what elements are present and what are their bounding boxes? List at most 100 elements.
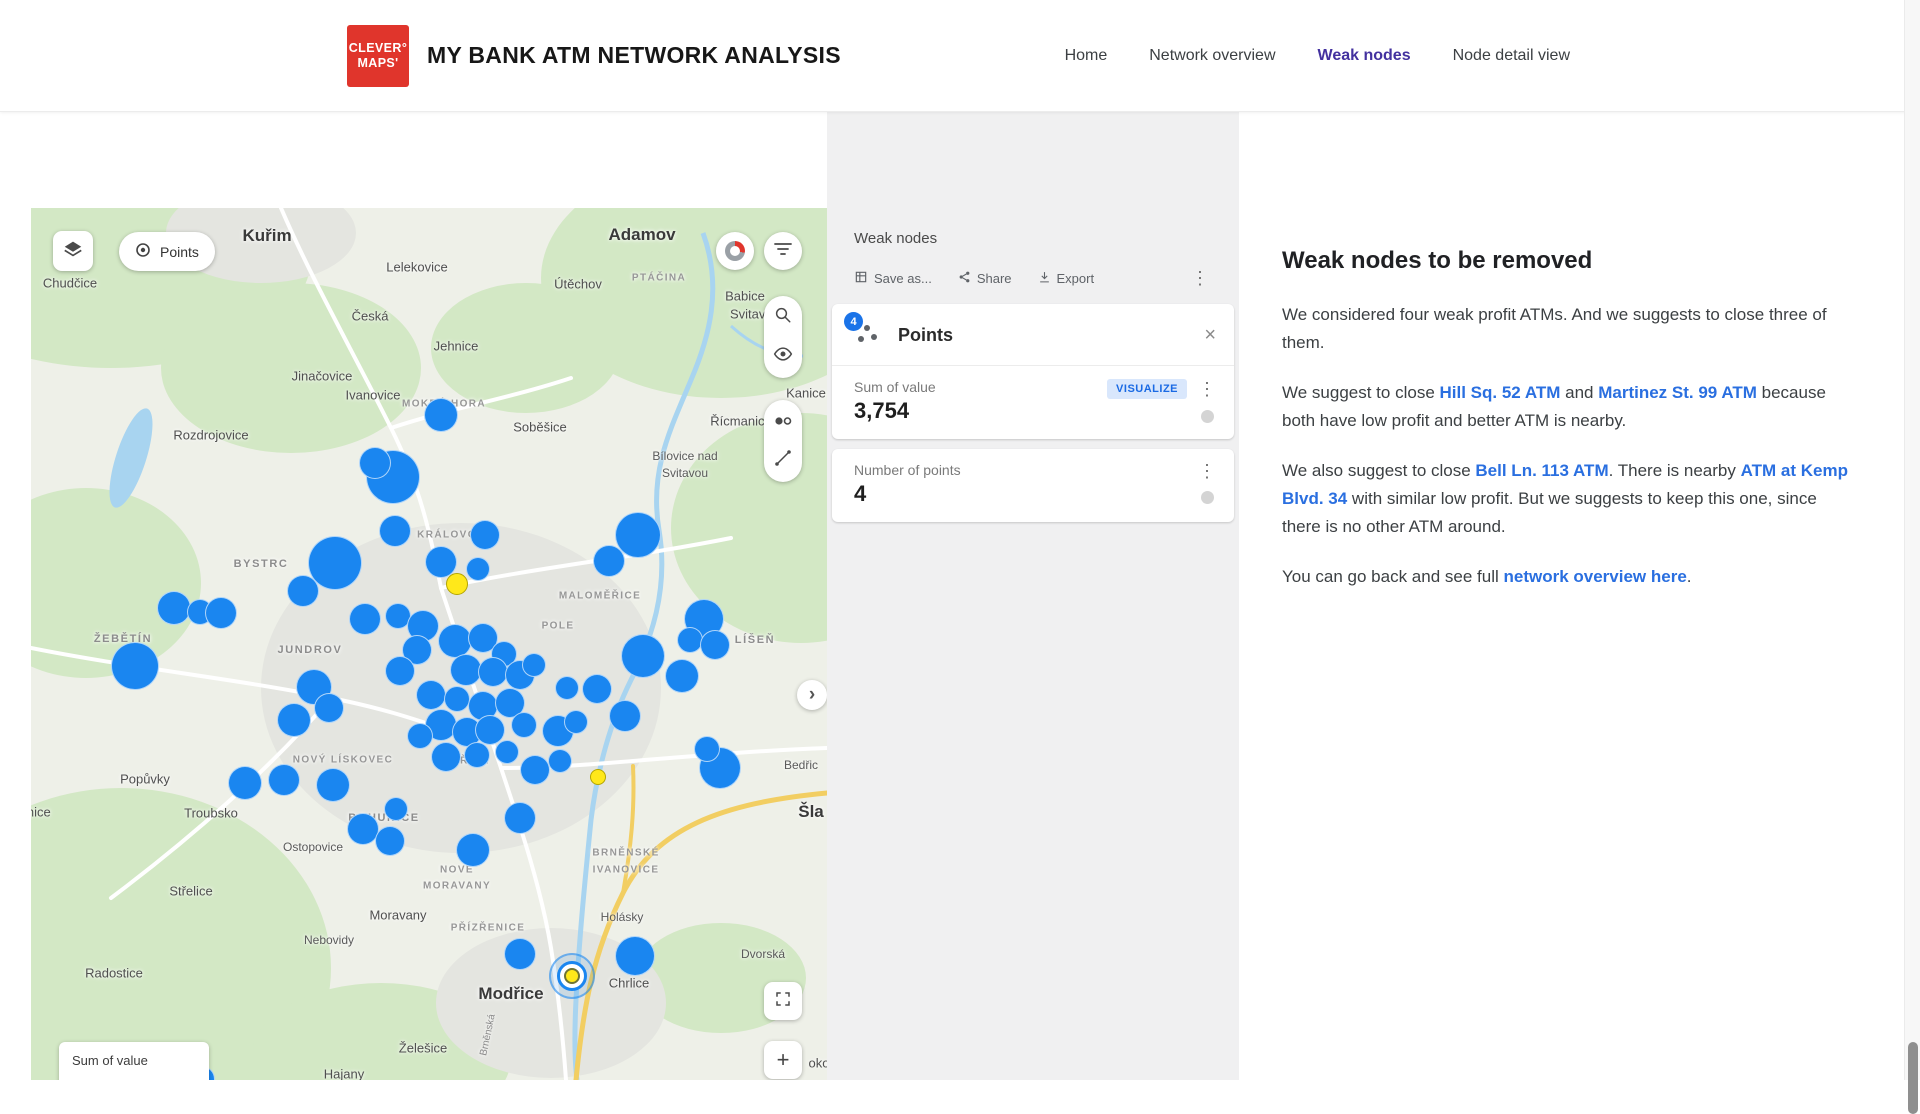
panel-toolbar: Save as... Share Export ⋮ [854, 269, 1209, 287]
map-point-atm[interactable] [277, 703, 311, 737]
map-point-atm[interactable] [228, 766, 262, 800]
nav-node-detail-view[interactable]: Node detail view [1453, 47, 1570, 65]
map-point-atm[interactable] [416, 680, 446, 710]
map-point-atm[interactable] [287, 575, 319, 607]
fit-view-button[interactable] [764, 982, 802, 1020]
map-point-atm[interactable] [478, 657, 508, 687]
visibility-button[interactable] [766, 339, 800, 373]
map-point-atm[interactable] [456, 833, 490, 867]
map-point-atm[interactable] [407, 723, 433, 749]
map-point-atm[interactable] [495, 740, 519, 764]
map-point-atm[interactable] [431, 742, 461, 772]
nav-weak-nodes[interactable]: Weak nodes [1318, 47, 1411, 65]
article-paragraph: You can go back and see full network ove… [1282, 563, 1848, 591]
story-content: Weak nodes to be removed We considered f… [1239, 111, 1920, 1080]
map-point-atm[interactable] [157, 591, 191, 625]
cluster-toggle-button[interactable] [766, 405, 800, 439]
scrollbar-thumb[interactable] [1908, 1042, 1918, 1114]
map-point-atm[interactable] [694, 736, 720, 762]
map-point-atm[interactable] [615, 936, 655, 976]
map-label: Holásky [601, 910, 644, 924]
legend-title: Sum of value [72, 1053, 196, 1068]
map-point-atm[interactable] [316, 768, 350, 802]
map-point-atm[interactable] [359, 447, 391, 479]
map-point-atm[interactable] [444, 686, 470, 712]
point-marker-icon [135, 242, 151, 261]
filter-button[interactable] [764, 232, 802, 270]
chevron-right-icon: › [809, 684, 815, 706]
close-icon[interactable]: × [1204, 325, 1216, 345]
map-canvas[interactable]: KuřimAdamovChudčiceLelekovicePTÁČINAÚtěc… [31, 208, 827, 1080]
map-point-atm[interactable] [677, 627, 703, 653]
map-point-atm[interactable] [379, 515, 411, 547]
map-point-atm[interactable] [700, 630, 730, 660]
points-card-title: Points [898, 325, 953, 346]
map-point-atm[interactable] [522, 653, 546, 677]
map-label: Ostopovice [283, 840, 343, 854]
text-run: . There is nearby [1609, 461, 1741, 480]
map-point-atm[interactable] [464, 742, 490, 768]
metric-menu-button[interactable]: ⋮ [1198, 380, 1216, 398]
app-title: MY BANK ATM NETWORK ANALYSIS [427, 42, 841, 69]
layers-button[interactable] [53, 231, 93, 271]
visualize-chip[interactable]: VISUALIZE [1107, 379, 1187, 399]
search-button[interactable] [766, 301, 800, 335]
panel-title: Weak nodes [854, 230, 1239, 247]
map-point-atm[interactable] [375, 826, 405, 856]
map-point-atm[interactable] [621, 634, 665, 678]
visualization-button[interactable] [716, 232, 754, 270]
metric-menu-button[interactable]: ⋮ [1198, 462, 1216, 480]
map-point-weak-atm[interactable] [446, 573, 468, 595]
map-point-atm[interactable] [511, 712, 537, 738]
map-point-atm[interactable] [385, 656, 415, 686]
page-scrollbar[interactable] [1904, 0, 1920, 1080]
measure-button[interactable] [766, 443, 800, 477]
map-point-atm[interactable] [438, 624, 472, 658]
map-point-atm[interactable] [593, 545, 625, 577]
panel-collapse-button[interactable]: › [797, 680, 827, 710]
inline-link[interactable]: Hill Sq. 52 ATM [1440, 383, 1561, 402]
inline-link[interactable]: network overview here [1503, 567, 1686, 586]
map-point-atm[interactable] [582, 674, 612, 704]
inline-link[interactable]: Bell Ln. 113 ATM [1475, 461, 1608, 480]
map-point-atm[interactable] [520, 755, 550, 785]
map-point-atm[interactable] [466, 557, 490, 581]
export-button[interactable]: Export [1038, 270, 1095, 287]
map-point-atm[interactable] [384, 797, 408, 821]
save-as-button[interactable]: Save as... [854, 270, 932, 287]
metric-row-number-of-points: Number of points 4 ⋮ [832, 449, 1234, 522]
points-card: 4 Points × Sum of value 3,754 VISUALIZE … [832, 304, 1234, 439]
share-button[interactable]: Share [958, 270, 1012, 287]
map-label: oko [809, 1056, 827, 1071]
article-paragraph: We considered four weak profit ATMs. And… [1282, 301, 1848, 357]
map-point-atm[interactable] [665, 659, 699, 693]
map-point-atm[interactable] [424, 398, 458, 432]
map-point-atm[interactable] [111, 642, 159, 690]
grid-icon [854, 270, 868, 287]
article-paragraph: We suggest to close Hill Sq. 52 ATM and … [1282, 379, 1848, 435]
map-point-atm[interactable] [314, 693, 344, 723]
nav-network-overview[interactable]: Network overview [1149, 47, 1275, 65]
points-layer-pill[interactable]: Points [119, 232, 215, 271]
map-point-atm[interactable] [609, 700, 641, 732]
map-point-atm[interactable] [205, 597, 237, 629]
panel-menu-button[interactable]: ⋮ [1191, 269, 1209, 287]
map-point-atm[interactable] [564, 710, 588, 734]
map-label: KRÁLOVO [417, 530, 477, 541]
map-point-atm[interactable] [349, 603, 381, 635]
map-point-atm[interactable] [548, 749, 572, 773]
metric-radio-dot[interactable] [1201, 410, 1214, 423]
inline-link[interactable]: Martinez St. 99 ATM [1598, 383, 1757, 402]
map-point-atm[interactable] [268, 764, 300, 796]
map-label: BRNĚNSKÉ [592, 848, 659, 859]
map-point-weak-atm[interactable] [590, 769, 606, 785]
map-point-atm[interactable] [504, 802, 536, 834]
map-point-atm[interactable] [555, 676, 579, 700]
nav-home[interactable]: Home [1065, 47, 1108, 65]
zoom-in-button[interactable]: + [764, 1041, 802, 1079]
download-icon [1038, 270, 1051, 287]
map-point-atm[interactable] [504, 938, 536, 970]
map-label: Babice [725, 289, 765, 304]
map-point-atm[interactable] [470, 520, 500, 550]
metric-radio-dot[interactable] [1201, 491, 1214, 504]
